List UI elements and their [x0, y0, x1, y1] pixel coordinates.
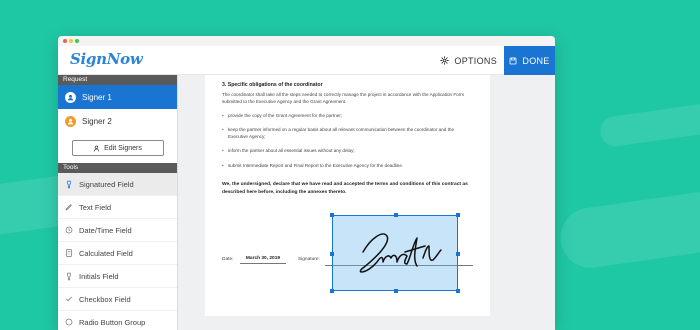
tool-signature-field[interactable]: Signatured Field	[58, 173, 177, 196]
edit-signers-label: Edit Signers	[104, 144, 142, 152]
app-header: SignNow OPTIONS DONE	[58, 46, 555, 75]
obligation-bullet: provide the copy of the Grant Agreement …	[222, 112, 473, 119]
done-label: DONE	[522, 55, 550, 66]
tool-label: Initials Field	[79, 271, 119, 281]
tool-initials-field[interactable]: Initials Field	[58, 265, 177, 288]
signer-2-label: Signer 2	[82, 116, 112, 126]
signature-field[interactable]	[330, 213, 460, 293]
tool-label: Text Field	[79, 202, 112, 212]
user-icon	[65, 115, 76, 127]
resize-handle[interactable]	[330, 213, 334, 217]
checkmark-icon	[66, 296, 72, 302]
date-label: Date:	[222, 257, 234, 262]
edit-signers-button[interactable]: Edit Signers	[71, 140, 164, 156]
tool-text-field[interactable]: Text Field	[58, 196, 177, 219]
app-window: SignNow OPTIONS DONE Request Signer 1 Si…	[58, 36, 555, 330]
user-outline-icon	[93, 145, 100, 151]
background-brush-stroke	[556, 188, 700, 272]
tool-radio-button-group[interactable]: Radio Button Group	[58, 311, 177, 330]
tool-label: Date/Time Field	[79, 225, 132, 235]
gear-icon	[440, 56, 450, 65]
signnow-logo[interactable]: SignNow	[70, 50, 143, 68]
radio-icon	[65, 318, 73, 326]
sidebar: Request Signer 1 Signer 2 Edit Signers T…	[58, 75, 178, 330]
tool-calculated-field[interactable]: Calculated Field	[58, 242, 177, 265]
pen-nib-icon	[67, 272, 71, 280]
edit-signers-wrap: Edit Signers	[58, 133, 177, 163]
resize-handle[interactable]	[456, 252, 460, 256]
signer-2-item[interactable]: Signer 2	[58, 109, 177, 133]
done-button[interactable]: DONE	[504, 46, 555, 75]
background-brush-stroke	[598, 101, 700, 149]
resize-handle[interactable]	[330, 289, 334, 293]
tool-checkbox-field[interactable]: Checkbox Field	[58, 288, 177, 311]
tool-label: Checkbox Field	[79, 294, 131, 304]
obligation-bullet: inform the partner about all essential i…	[222, 147, 473, 154]
options-button[interactable]: OPTIONS	[440, 46, 497, 75]
pencil-icon	[65, 204, 72, 211]
tool-label: Calculated Field	[79, 248, 133, 258]
resize-handle[interactable]	[394, 213, 398, 217]
tool-label: Radio Button Group	[79, 317, 146, 327]
signature-label: Signature:	[298, 257, 320, 262]
resize-handle[interactable]	[456, 289, 460, 293]
tool-label: Signatured Field	[79, 179, 134, 189]
signer-1-label: Signer 1	[82, 92, 112, 102]
declaration-text: We, the undersigned, declare that we hav…	[222, 182, 468, 195]
calculator-icon	[65, 249, 73, 257]
tool-date-time-field[interactable]: Date/Time Field	[58, 219, 177, 242]
request-section-header: Request	[58, 75, 177, 85]
resize-handle[interactable]	[456, 213, 460, 217]
obligation-bullet: keep the partner informed on a regular b…	[222, 126, 473, 140]
window-close-dot[interactable]	[63, 39, 67, 43]
obligations-paragraph: The coordinator shall take all the steps…	[222, 92, 465, 105]
document-canvas: 3. Specific obligations of the coordinat…	[178, 75, 555, 330]
window-minimize-dot[interactable]	[69, 39, 73, 43]
resize-handle[interactable]	[394, 289, 398, 293]
user-icon	[65, 91, 76, 103]
handwritten-signature	[359, 233, 442, 273]
document-page: 3. Specific obligations of the coordinat…	[205, 75, 490, 316]
signer-1-item[interactable]: Signer 1	[58, 85, 177, 109]
obligation-bullet: submit Intermediate Report and Final Rep…	[222, 162, 473, 169]
window-maximize-dot[interactable]	[75, 39, 79, 43]
save-icon	[509, 57, 517, 64]
tools-section-header: Tools	[58, 163, 177, 173]
section-heading: 3. Specific obligations of the coordinat…	[222, 82, 323, 88]
clock-icon	[65, 226, 73, 234]
pen-nib-icon	[67, 180, 71, 188]
options-label: OPTIONS	[454, 55, 497, 66]
resize-handle[interactable]	[330, 252, 334, 256]
date-field[interactable]: March 30, 2019	[240, 256, 286, 264]
window-titlebar	[58, 36, 555, 46]
